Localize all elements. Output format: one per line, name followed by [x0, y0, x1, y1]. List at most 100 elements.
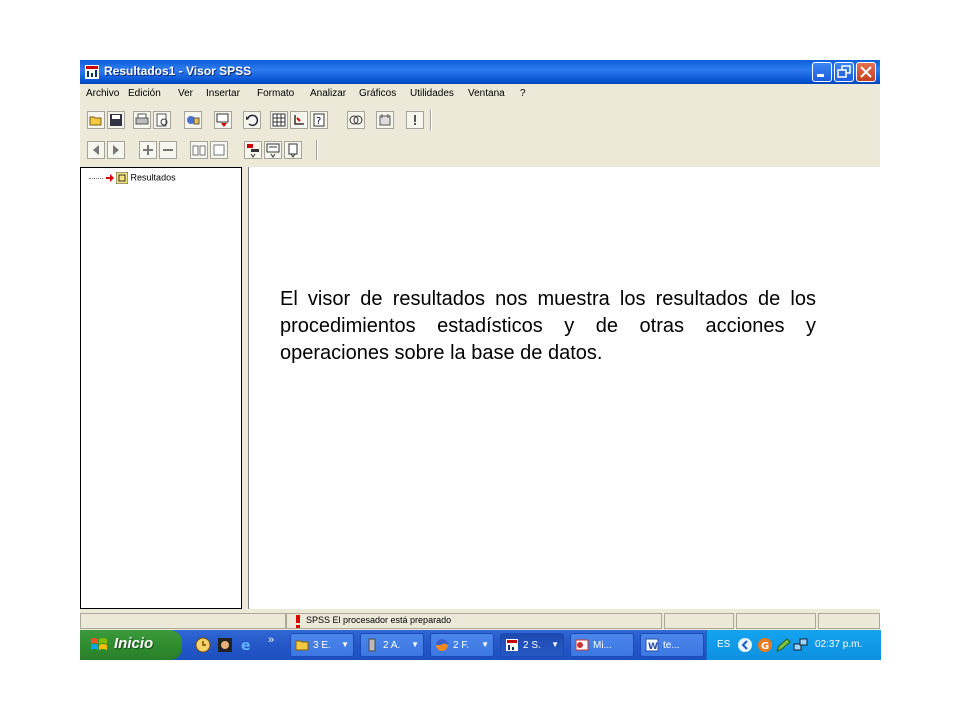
insert-text-button[interactable] — [284, 141, 302, 159]
taskbar: Inicio e » 3 E. ▼ 2 A. ▼ 2 F. ▼ 2 S. ▼ M… — [80, 630, 881, 660]
network-tray-icon[interactable] — [793, 637, 809, 653]
google-tray-icon[interactable]: G — [757, 637, 773, 653]
folder-icon — [295, 640, 309, 651]
content-pane[interactable] — [248, 167, 880, 609]
menu-ver[interactable]: Ver — [178, 88, 193, 99]
select-cases-icon — [349, 115, 363, 125]
back-icon — [93, 145, 99, 155]
menu-archivo[interactable]: Archivo — [86, 88, 119, 99]
undo-icon — [246, 114, 259, 127]
insert-variable-button[interactable] — [290, 111, 308, 129]
expand-button[interactable] — [139, 141, 157, 159]
quicklaunch-chevron[interactable]: » — [268, 634, 274, 646]
collapse-icon — [163, 149, 173, 151]
tree-connector — [89, 177, 103, 179]
expand-icon — [143, 145, 153, 155]
system-tray: ES G 02:37 p.m. — [706, 630, 881, 660]
outlook-icon — [575, 639, 589, 651]
menu-edicion[interactable]: Edición — [128, 88, 161, 99]
run-button[interactable] — [406, 111, 424, 129]
hide-button[interactable] — [210, 141, 228, 159]
menu-analizar[interactable]: Analizar — [310, 88, 346, 99]
export-button[interactable] — [184, 111, 202, 129]
goto-data-button[interactable] — [270, 111, 288, 129]
insert-title-icon — [266, 143, 280, 158]
task-label: Mi... — [593, 640, 612, 651]
spss-app-icon — [85, 65, 99, 79]
outline-pane[interactable]: Resultados — [80, 167, 242, 609]
task-button-folder[interactable]: 3 E. ▼ — [290, 633, 354, 657]
insert-heading-icon — [247, 144, 259, 158]
help-topic-button[interactable]: ? — [310, 111, 328, 129]
hide-icon — [213, 144, 225, 156]
close-icon — [860, 66, 872, 78]
chevron-down-icon: ▼ — [481, 640, 489, 649]
collapse-button[interactable] — [159, 141, 177, 159]
output-book-icon — [115, 171, 129, 185]
save-button[interactable] — [107, 111, 125, 129]
open-button[interactable] — [87, 111, 105, 129]
task-button-word[interactable]: W te... — [640, 633, 704, 657]
chevron-down-icon: ▼ — [411, 640, 419, 649]
print-icon — [135, 113, 149, 125]
chevron-down-icon: ▼ — [341, 640, 349, 649]
undo-button[interactable] — [243, 111, 261, 129]
firefox-icon — [436, 639, 448, 651]
insert-heading-button[interactable] — [244, 141, 262, 159]
menu-formato[interactable]: Formato — [257, 88, 294, 99]
status-cell — [736, 613, 816, 629]
menu-utilidades[interactable]: Utilidades — [410, 88, 454, 99]
print-preview-button[interactable] — [153, 111, 171, 129]
task-button-server[interactable]: 2 A. ▼ — [360, 633, 424, 657]
chevron-left-icon[interactable] — [737, 637, 753, 653]
clock[interactable]: 02:37 p.m. — [815, 639, 862, 650]
menu-help[interactable]: ? — [520, 88, 526, 99]
minimize-button[interactable] — [812, 62, 832, 82]
status-cell — [818, 613, 880, 629]
tree-item-resultados[interactable]: Resultados — [89, 171, 176, 185]
show-button[interactable] — [190, 141, 208, 159]
title-bar[interactable]: Resultados1 - Visor SPSS — [80, 60, 880, 84]
language-indicator[interactable]: ES — [717, 639, 730, 650]
task-button-outlook[interactable]: Mi... — [570, 633, 634, 657]
spss-icon — [506, 639, 518, 651]
restore-button[interactable] — [834, 62, 854, 82]
dialog-recall-button[interactable] — [214, 111, 232, 129]
status-message: SPSS El procesador está preparado — [306, 615, 452, 625]
main-toolbar: ? — [80, 106, 880, 134]
help-topic-icon: ? — [313, 113, 325, 127]
chevron-down-icon: ▼ — [551, 640, 559, 649]
arrow-right-icon — [105, 174, 114, 182]
menu-ventana[interactable]: Ventana — [468, 88, 505, 99]
insert-title-button[interactable] — [264, 141, 282, 159]
pencil-tray-icon[interactable] — [775, 637, 791, 653]
ie-quicklaunch-icon[interactable]: e — [239, 637, 255, 653]
outline-toolbar — [80, 136, 880, 164]
print-preview-icon — [156, 113, 168, 127]
goto-data-icon — [272, 113, 286, 127]
print-button[interactable] — [133, 111, 151, 129]
svg-text:G: G — [761, 641, 769, 652]
task-button-spss[interactable]: 2 S. ▼ — [500, 633, 564, 657]
weight-cases-button[interactable] — [376, 111, 394, 129]
forward-button[interactable] — [107, 141, 125, 159]
menu-graficos[interactable]: Gráficos — [359, 88, 396, 99]
hand-quicklaunch-icon[interactable] — [217, 637, 233, 653]
select-cases-button[interactable] — [347, 111, 365, 129]
close-button[interactable] — [856, 62, 876, 82]
status-cell — [664, 613, 734, 629]
task-label: 2 F. — [453, 640, 470, 651]
back-button[interactable] — [87, 141, 105, 159]
task-label: te... — [663, 640, 680, 651]
start-button[interactable]: Inicio — [80, 630, 182, 660]
status-cell — [80, 613, 286, 629]
restore-icon — [837, 65, 851, 78]
task-button-firefox[interactable]: 2 F. ▼ — [430, 633, 494, 657]
open-icon — [89, 116, 102, 126]
clock-quicklaunch-icon[interactable] — [195, 637, 211, 653]
run-icon — [414, 115, 416, 125]
export-icon — [187, 116, 200, 125]
windows-flag-icon — [91, 638, 107, 650]
show-icon — [192, 145, 206, 156]
menu-insertar[interactable]: Insertar — [206, 88, 240, 99]
